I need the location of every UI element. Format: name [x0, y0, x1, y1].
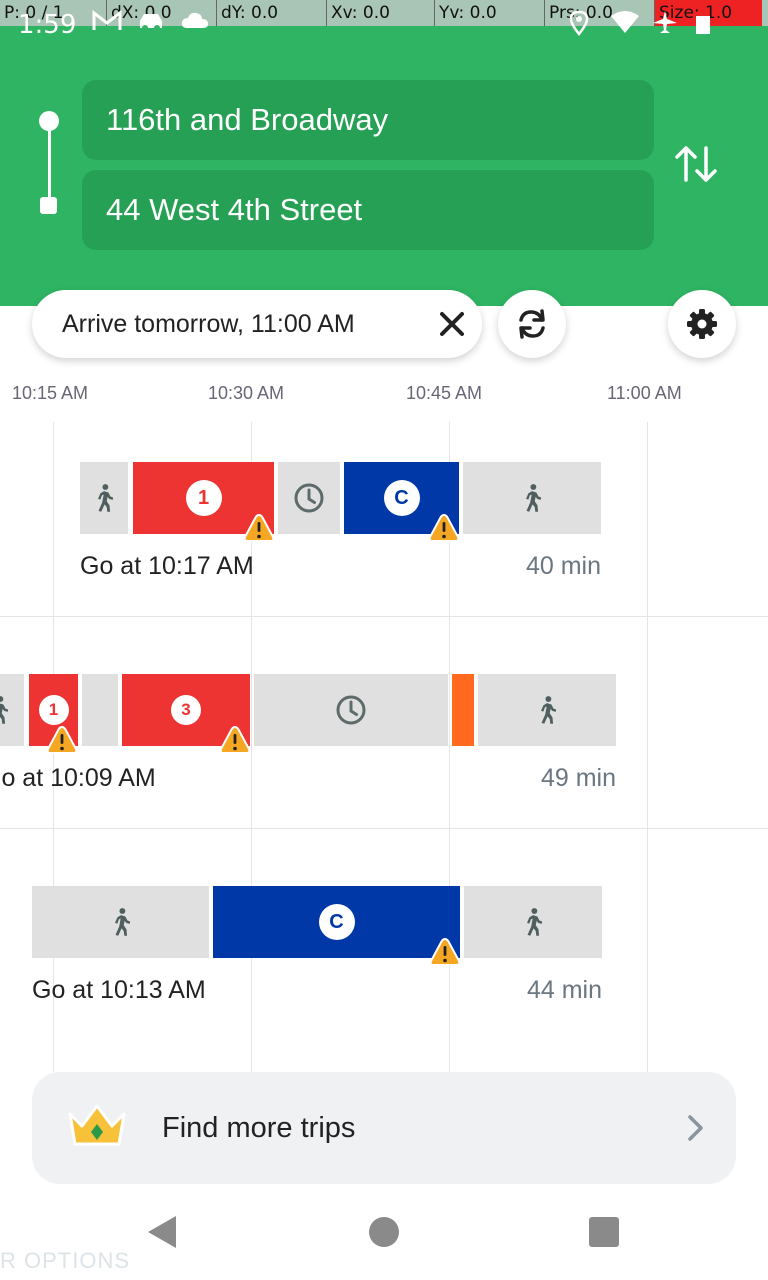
walk-icon — [522, 907, 544, 937]
car-icon — [136, 10, 166, 38]
clock-icon — [335, 694, 367, 726]
walk-leg — [0, 674, 24, 746]
alert-icon — [429, 937, 461, 967]
refresh-icon — [519, 309, 545, 339]
clock-icon — [293, 482, 325, 514]
refresh-button[interactable] — [498, 290, 566, 358]
find-more-trips-button[interactable]: Find more trips — [32, 1072, 736, 1184]
walk-icon — [110, 907, 132, 937]
walk-leg — [478, 674, 616, 746]
arrival-time-chip[interactable]: Arrive tomorrow, 11:00 AM — [32, 290, 482, 358]
timeline-gridline — [647, 422, 648, 1072]
chevron-right-icon — [688, 1115, 703, 1141]
line-badge: 1 — [38, 695, 69, 725]
swap-arrows-icon — [675, 146, 717, 182]
arrival-time-label: Arrive tomorrow, 11:00 AM — [62, 310, 355, 338]
location-icon — [568, 10, 590, 42]
close-icon — [440, 312, 464, 336]
airplane-icon — [652, 10, 678, 40]
trip-divider — [0, 616, 768, 617]
timeline-tick: 10:30 AM — [208, 383, 285, 403]
trip-divider — [0, 828, 768, 829]
timeline-tick: 10:45 AM — [406, 383, 483, 403]
trip-duration: 40 min — [525, 552, 601, 580]
walk-icon — [536, 695, 558, 725]
timeline-tick: 10:15 AM — [12, 383, 89, 403]
walk-leg — [463, 462, 601, 534]
wait-leg — [254, 674, 448, 746]
battery-icon — [694, 10, 712, 40]
timeline-tick: 11:00 AM — [607, 383, 682, 403]
status-bar: 1:59 — [0, 8, 768, 40]
trip-duration: 49 min — [540, 764, 616, 792]
alert-icon — [428, 513, 460, 543]
back-nav-icon[interactable] — [146, 1214, 178, 1250]
trip-departure: Go at 10:13 AM — [32, 976, 206, 1004]
options-ghost-text: R OPTIONS — [0, 1248, 131, 1273]
destination-marker — [40, 197, 57, 214]
walk-icon — [521, 483, 543, 513]
trip-departure: Go at 10:17 AM — [80, 552, 254, 580]
line-badge: 3 — [171, 695, 201, 725]
alert-icon — [46, 725, 78, 755]
line-badge: C — [318, 904, 355, 940]
gmail-icon — [92, 9, 122, 38]
walk-icon — [0, 695, 10, 725]
swap-directions-button[interactable] — [672, 142, 720, 186]
trip-duration: 44 min — [526, 976, 602, 1004]
destination-field[interactable]: 44 West 4th Street — [82, 170, 654, 250]
train-leg-orange — [452, 674, 474, 746]
walk-leg — [464, 886, 602, 958]
line-badge: C — [383, 480, 420, 516]
cloud-icon — [180, 10, 210, 38]
walk-leg — [32, 886, 209, 958]
clear-arrival-time-button[interactable] — [432, 304, 472, 344]
gear-icon — [687, 309, 717, 339]
crown-icon — [68, 1104, 126, 1146]
walk-icon — [93, 483, 115, 513]
walk-leg — [80, 462, 128, 534]
recents-nav-icon[interactable] — [589, 1217, 619, 1247]
route-connector-line — [48, 120, 51, 206]
wait-leg — [278, 462, 340, 534]
settings-button[interactable] — [668, 290, 736, 358]
find-more-trips-label: Find more trips — [162, 1112, 356, 1144]
transfer-leg — [82, 674, 118, 746]
wifi-icon — [610, 10, 640, 40]
train-leg-c: C — [213, 886, 460, 958]
status-time: 1:59 — [18, 10, 77, 40]
alert-icon — [219, 725, 251, 755]
alert-icon — [243, 513, 275, 543]
origin-field[interactable]: 116th and Broadway — [82, 80, 654, 160]
line-badge: 1 — [185, 480, 222, 516]
home-nav-icon[interactable] — [369, 1217, 399, 1247]
origin-marker — [39, 111, 59, 131]
trip-departure: Go at 10:09 AM — [0, 764, 156, 792]
